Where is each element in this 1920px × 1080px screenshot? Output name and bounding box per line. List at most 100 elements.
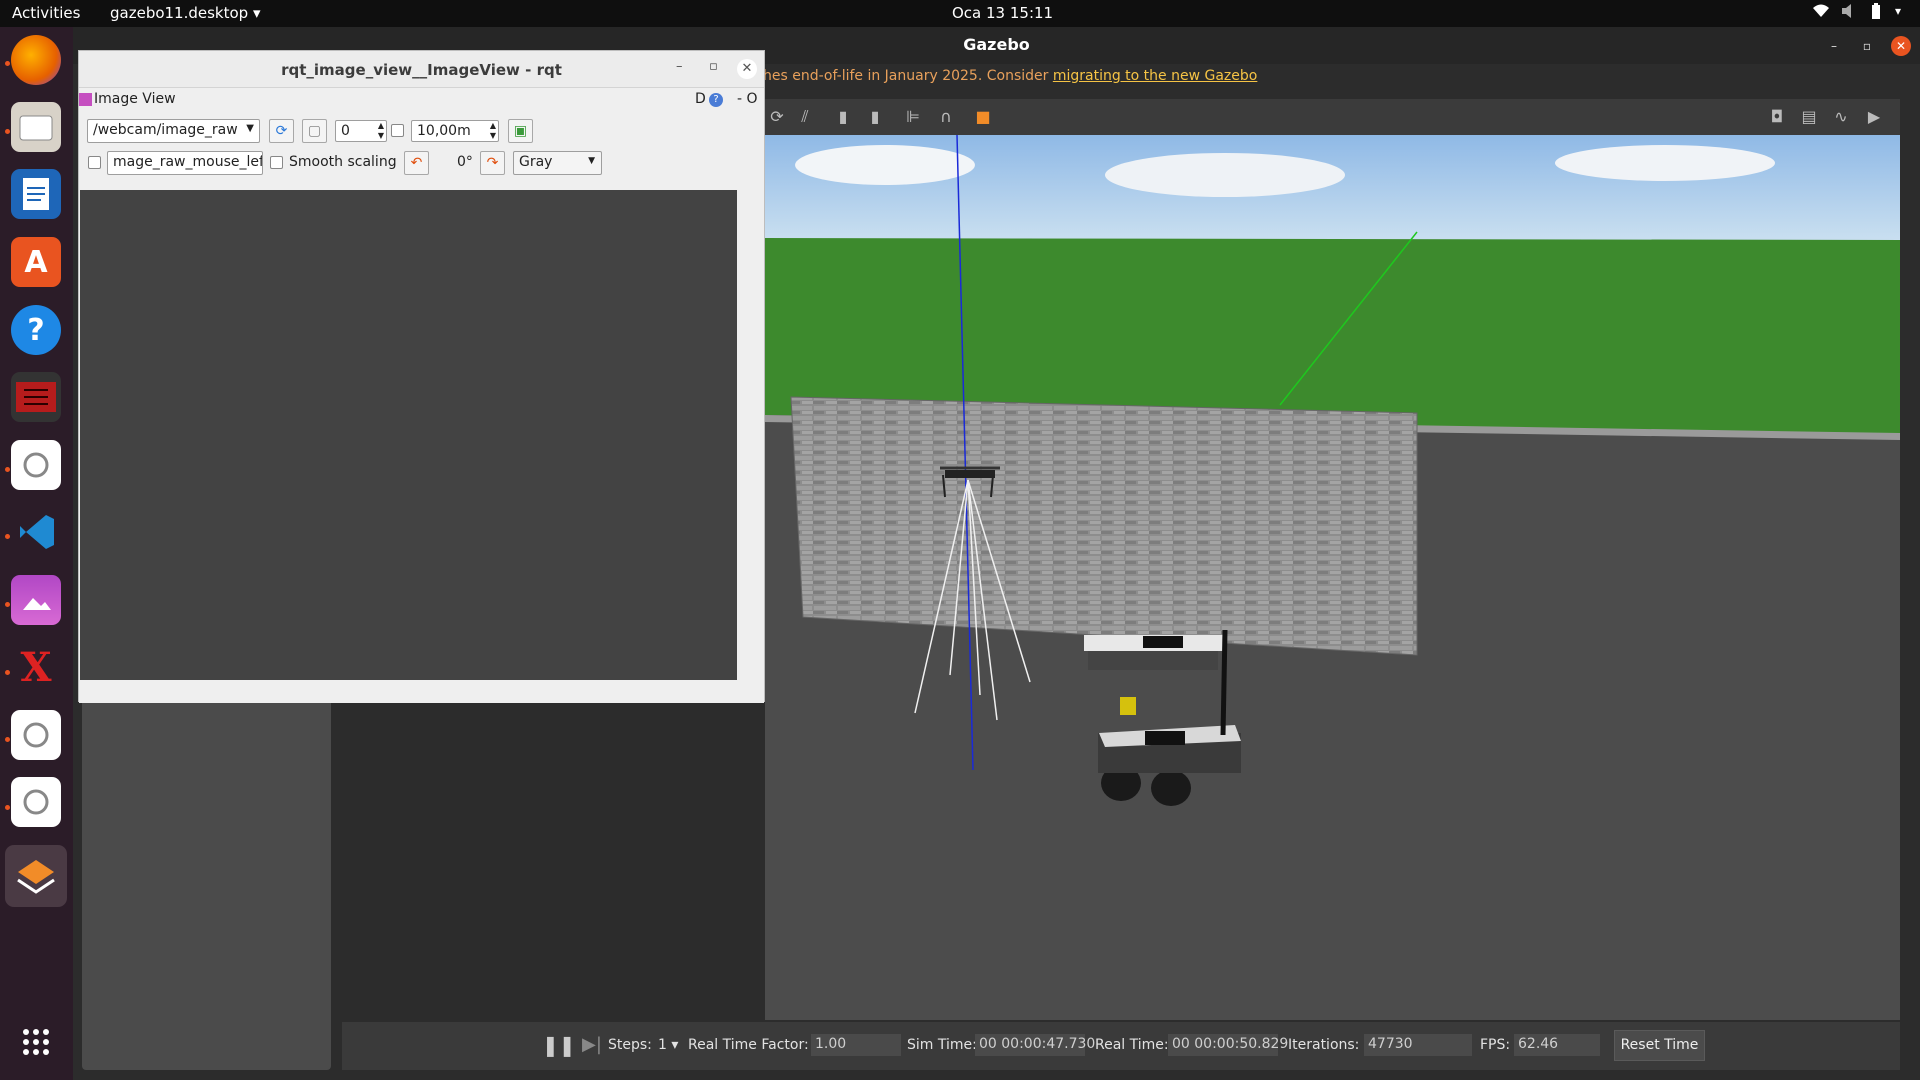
- topic-select[interactable]: /webcam/image_raw ▼: [87, 119, 260, 143]
- rqt-minimize-button[interactable]: –: [676, 59, 683, 74]
- plugin-close-controls[interactable]: - O: [737, 91, 758, 107]
- refresh-icon[interactable]: ⟳: [269, 119, 294, 143]
- steps-value-text: 1: [658, 1037, 667, 1053]
- cloud: [1105, 153, 1345, 197]
- writer-icon[interactable]: [11, 169, 61, 219]
- plot-icon[interactable]: ∿: [1831, 107, 1851, 127]
- firefox-icon[interactable]: [11, 35, 61, 85]
- wifi-icon[interactable]: [1812, 3, 1830, 23]
- sim-time-label: Sim Time:: [907, 1037, 977, 1053]
- mouse-publish-checkbox[interactable]: [88, 156, 101, 169]
- gazebo-toolbar: ⟳ ⫽ ▮ ▮ ⊫ ∩ ■ ◘ ▤ ∿ ▶: [765, 99, 1900, 135]
- real-time-label: Real Time:: [1095, 1037, 1169, 1053]
- clock[interactable]: Oca 13 15:11: [952, 4, 1053, 22]
- spin-value-input[interactable]: 0 ▲ ▼: [335, 120, 387, 142]
- color-scheme-select[interactable]: Gray ▼: [513, 151, 602, 175]
- help-icon[interactable]: ?: [11, 305, 61, 355]
- chevron-down-icon: ▼: [246, 123, 254, 134]
- top-bar: Activities gazebo11.desktop ▾ Oca 13 15:…: [0, 0, 1920, 27]
- simulation-status-bar: ❚❚ ▶| Steps: 1 ▾ Real Time Factor: 1.00 …: [342, 1022, 1900, 1070]
- copy-icon[interactable]: ▮: [833, 107, 853, 127]
- view-angle-icon[interactable]: ■: [973, 107, 993, 127]
- cloud: [1555, 145, 1775, 181]
- battery-icon[interactable]: [1870, 3, 1882, 25]
- vscode-icon[interactable]: [11, 507, 61, 557]
- migration-link[interactable]: migrating to the new Gazebo: [1053, 68, 1258, 84]
- close-button[interactable]: ✕: [1891, 36, 1911, 56]
- terminal-app-icon[interactable]: [11, 372, 61, 422]
- rqt-window[interactable]: rqt_image_view__ImageView - rqt – ▫ ✕ Im…: [78, 50, 765, 703]
- rotate-tool-icon[interactable]: ⟳: [767, 107, 787, 127]
- max-depth-input[interactable]: 10,00m ▲ ▼: [411, 120, 499, 142]
- plugin-help-icon[interactable]: ?: [709, 93, 723, 107]
- system-menu-icon[interactable]: ▾: [1895, 4, 1901, 18]
- rqt-window-title: rqt_image_view__ImageView - rqt: [281, 61, 562, 79]
- rotation-value: 0°: [457, 154, 473, 170]
- iterations-label: Iterations:: [1288, 1037, 1360, 1053]
- running-indicator: [5, 602, 10, 607]
- zoom-fit-icon[interactable]: ▢: [302, 119, 327, 143]
- files-icon[interactable]: [11, 102, 61, 152]
- settings-icon[interactable]: [11, 440, 61, 490]
- plugin-icon: [79, 93, 92, 106]
- plugin-dock-button[interactable]: D: [695, 91, 706, 107]
- running-indicator: [5, 129, 10, 134]
- settings-icon-3[interactable]: [11, 777, 61, 827]
- step-icon[interactable]: ▶|: [582, 1034, 602, 1055]
- app-menu-label: gazebo11.desktop: [110, 4, 249, 22]
- rqt-title-bar[interactable]: rqt_image_view__ImageView - rqt – ▫ ✕: [79, 51, 764, 88]
- log-icon[interactable]: ▤: [1799, 107, 1819, 127]
- maximize-button[interactable]: ▫: [1857, 36, 1877, 56]
- spin-arrows-icon[interactable]: ▲ ▼: [378, 121, 384, 141]
- image-viewer-icon[interactable]: [11, 575, 61, 625]
- app-menu[interactable]: gazebo11.desktop ▾: [110, 4, 261, 22]
- steps-value[interactable]: 1 ▾: [658, 1037, 678, 1053]
- scene-viewport[interactable]: [765, 135, 1900, 1020]
- latex-icon[interactable]: X: [11, 642, 61, 692]
- dock: A ? X: [0, 27, 73, 1080]
- real-time-value: 00 00:00:50.829: [1168, 1034, 1288, 1056]
- fps-value: 62.46: [1514, 1034, 1600, 1056]
- screenshot-icon[interactable]: ◘: [1767, 107, 1787, 127]
- volume-icon[interactable]: [1840, 3, 1858, 23]
- paste-icon[interactable]: ▮: [865, 107, 885, 127]
- rtf-value: 1.00: [811, 1034, 901, 1056]
- running-indicator: [5, 534, 10, 539]
- mouse-topic-input[interactable]: mage_raw_mouse_left: [107, 151, 263, 175]
- settings-icon-2[interactable]: [11, 710, 61, 760]
- snap-icon[interactable]: ∩: [936, 107, 956, 127]
- smooth-scaling-checkbox[interactable]: [270, 156, 283, 169]
- left-panel[interactable]: [82, 640, 331, 1070]
- reset-time-button[interactable]: Reset Time: [1614, 1030, 1705, 1061]
- app-grid-icon[interactable]: [11, 1017, 61, 1067]
- running-indicator: [5, 670, 10, 675]
- image-display-area[interactable]: [80, 190, 737, 680]
- rqt-maximize-button[interactable]: ▫: [709, 59, 718, 74]
- gazebo-icon[interactable]: [5, 845, 67, 907]
- chevron-down-icon: ▼: [588, 156, 595, 166]
- rotate-left-icon[interactable]: ↶: [404, 151, 429, 175]
- max-depth-checkbox[interactable]: [391, 124, 404, 137]
- rotate-right-icon[interactable]: ↷: [480, 151, 505, 175]
- deprecation-notice: hes end-of-life in January 2025. Conside…: [763, 68, 1257, 84]
- pause-icon[interactable]: ❚❚: [542, 1033, 576, 1057]
- rqt-plugin-area: Image View D ? - O /webcam/image_raw ▼ ⟳…: [79, 88, 764, 703]
- align-icon[interactable]: ⊫: [903, 107, 923, 127]
- activities-button[interactable]: Activities: [12, 4, 80, 22]
- rqt-close-button[interactable]: ✕: [737, 59, 757, 79]
- video-record-icon[interactable]: ▶: [1864, 107, 1884, 127]
- topic-value: /webcam/image_raw: [93, 122, 238, 138]
- deprecation-text: hes end-of-life in January 2025. Conside…: [763, 68, 1053, 84]
- minimize-button[interactable]: –: [1824, 36, 1844, 56]
- running-indicator: [5, 805, 10, 810]
- iterations-value: 47730: [1364, 1034, 1472, 1056]
- scale-tool-icon[interactable]: ⫽: [795, 107, 815, 127]
- sim-time-value: 00 00:00:47.730: [975, 1034, 1095, 1056]
- software-icon[interactable]: A: [11, 237, 61, 287]
- fps-label: FPS:: [1480, 1037, 1511, 1053]
- spin-arrows-icon[interactable]: ▲ ▼: [490, 121, 496, 141]
- smooth-scaling-label: Smooth scaling: [289, 154, 397, 170]
- running-indicator: [5, 737, 10, 742]
- save-image-icon[interactable]: ▣: [508, 119, 533, 143]
- rtf-label: Real Time Factor:: [688, 1037, 809, 1053]
